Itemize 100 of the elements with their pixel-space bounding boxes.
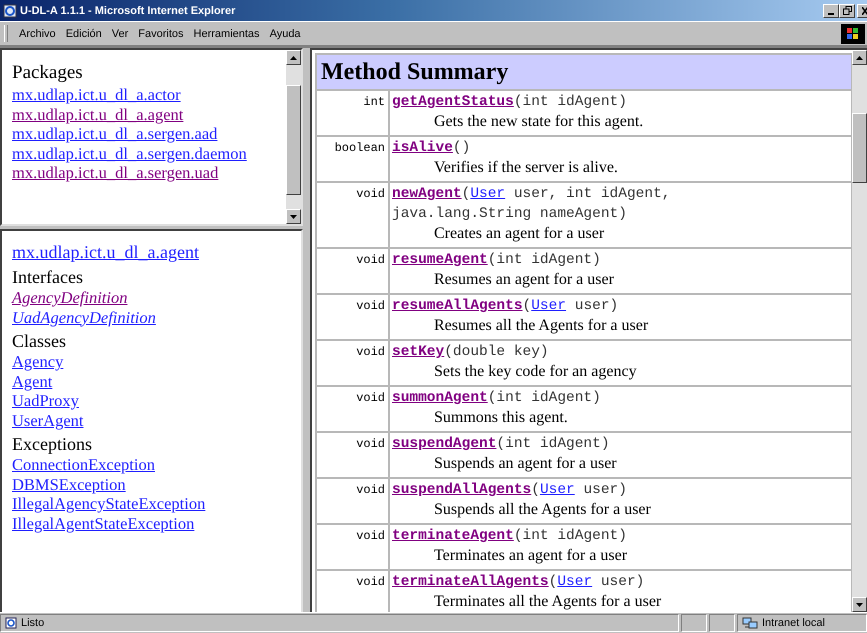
scroll-down-button[interactable] [286, 209, 301, 224]
parameter-text: (int idAgent) [514, 528, 627, 544]
parameter-text: ( [531, 482, 540, 498]
window-title: U-DL-A 1.1.1 - Microsoft Internet Explorer [20, 4, 236, 16]
scroll-up-button[interactable] [852, 50, 867, 65]
method-description: Terminates all the Agents for a user [433, 592, 662, 612]
parameter-text: user) [582, 482, 627, 498]
method-description: Resumes all the Agents for a user [433, 316, 650, 336]
parameter-text: ( [548, 574, 558, 590]
method-link[interactable]: isAlive [392, 140, 453, 156]
menu-item[interactable]: Edición [60, 28, 107, 40]
method-link[interactable]: suspendAllAgents [392, 482, 532, 498]
parameter-text: (int idAgent) [496, 436, 610, 452]
menu-item[interactable]: Favoritos [133, 28, 189, 40]
type-link[interactable]: ConnectionException [12, 455, 155, 474]
minimize-button[interactable] [823, 4, 839, 18]
method-description: Summons this agent. [433, 408, 569, 428]
menu-item[interactable]: Ver [106, 28, 134, 40]
method-description: Suspends an agent for a user [433, 454, 618, 474]
type-link[interactable]: UserAgent [12, 410, 84, 430]
package-link[interactable]: mx.udlap.ict.u_dl_a.sergen.daemon [12, 144, 247, 163]
status-panel [681, 614, 707, 632]
return-type: void [316, 478, 389, 524]
close-icon [862, 6, 867, 14]
return-type: void [316, 294, 389, 340]
scroll-up-button[interactable] [286, 50, 301, 65]
parameter-text: user, int idAgent, [512, 186, 670, 202]
method-description: Verifies if the server is alive. [433, 158, 619, 178]
table-heading: Method Summary [316, 54, 852, 90]
return-type: void [316, 182, 389, 248]
method-link[interactable]: resumeAgent [392, 252, 488, 268]
parameter-text: ( [522, 298, 532, 314]
parameter-text: java.lang.String nameAgent) [392, 206, 627, 222]
return-type: void [316, 570, 389, 612]
section-heading: Classes [12, 330, 67, 352]
triangle-down-icon [290, 214, 297, 218]
scrollbar[interactable] [286, 50, 301, 224]
method-link[interactable]: summonAgent [392, 390, 488, 406]
scroll-thumb[interactable] [852, 113, 867, 183]
type-link[interactable]: UadAgencyDefinition [12, 308, 156, 327]
method-link[interactable]: resumeAllAgents [392, 298, 523, 314]
type-link[interactable]: UadProxy [12, 391, 79, 410]
return-type: void [316, 432, 389, 478]
return-type: void [316, 248, 389, 294]
type-link[interactable]: Agent [12, 372, 52, 391]
menu-item[interactable]: Archivo [14, 28, 61, 40]
section-heading: Interfaces [12, 266, 84, 288]
parameter-text: user) [574, 298, 618, 314]
return-type: void [316, 340, 389, 386]
section-heading: Exceptions [12, 433, 93, 455]
return-type: boolean [316, 136, 389, 182]
method-description: Creates an agent for a user [433, 224, 606, 244]
scroll-thumb[interactable] [286, 85, 301, 195]
menu-item[interactable]: Herramientas [188, 28, 265, 40]
parameter-text: (int idAgent) [488, 390, 601, 406]
type-link[interactable]: User [540, 482, 575, 498]
status-text: Listo [21, 617, 44, 629]
parameter-text: (double key) [444, 344, 549, 360]
type-link[interactable]: AgencyDefinition [12, 288, 128, 308]
method-link[interactable]: terminateAgent [392, 528, 514, 544]
method-link[interactable]: suspendAgent [392, 436, 496, 452]
method-description: Resumes an agent for a user [433, 270, 615, 290]
return-type: int [316, 90, 389, 136]
return-type: void [316, 386, 389, 432]
package-title-link[interactable]: mx.udlap.ict.u_dl_a.agent [12, 241, 199, 263]
minimize-icon [828, 12, 834, 14]
type-link[interactable]: IllegalAgencyStateException [12, 494, 206, 514]
package-link[interactable]: mx.udlap.ict.u_dl_a.actor [12, 85, 181, 104]
window-flag-icon [847, 28, 859, 40]
network-computer-icon [742, 616, 758, 630]
type-link[interactable]: User [557, 574, 592, 590]
method-link[interactable]: getAgentStatus [392, 94, 514, 110]
parameter-text: user) [600, 574, 644, 590]
parameter-text: ( [462, 186, 470, 202]
triangle-up-icon [290, 56, 297, 60]
method-description: Gets the new state for this agent. [433, 112, 644, 132]
menu-item[interactable]: Ayuda [264, 28, 306, 40]
scroll-down-button[interactable] [852, 597, 867, 612]
method-description: Terminates an agent for a user [433, 546, 628, 566]
maximize-button[interactable] [839, 4, 855, 18]
return-type: void [316, 524, 389, 570]
type-link[interactable]: DBMSException [12, 474, 126, 494]
type-link[interactable]: User [470, 186, 506, 202]
security-zone: Intranet local [762, 617, 825, 629]
type-link[interactable]: Agency [12, 352, 64, 372]
package-link[interactable]: mx.udlap.ict.u_dl_a.sergen.aad [12, 124, 218, 144]
method-description: Sets the key code for an agency [433, 362, 638, 382]
method-link[interactable]: setKey [392, 344, 444, 360]
scrollbar[interactable] [852, 50, 867, 612]
browser-icon [3, 4, 17, 18]
type-link[interactable]: IllegalAgentStateException [12, 514, 194, 533]
package-link[interactable]: mx.udlap.ict.u_dl_a.sergen.uad [12, 163, 218, 182]
method-description: Suspends all the Agents for a user [433, 500, 652, 520]
restore-icon [842, 6, 852, 15]
package-link[interactable]: mx.udlap.ict.u_dl_a.agent [12, 104, 184, 124]
type-link[interactable]: User [531, 298, 566, 314]
method-link[interactable]: newAgent [392, 186, 462, 202]
status-panel [709, 614, 735, 632]
method-link[interactable]: terminateAllAgents [392, 574, 549, 590]
section-heading: Packages [12, 62, 84, 84]
